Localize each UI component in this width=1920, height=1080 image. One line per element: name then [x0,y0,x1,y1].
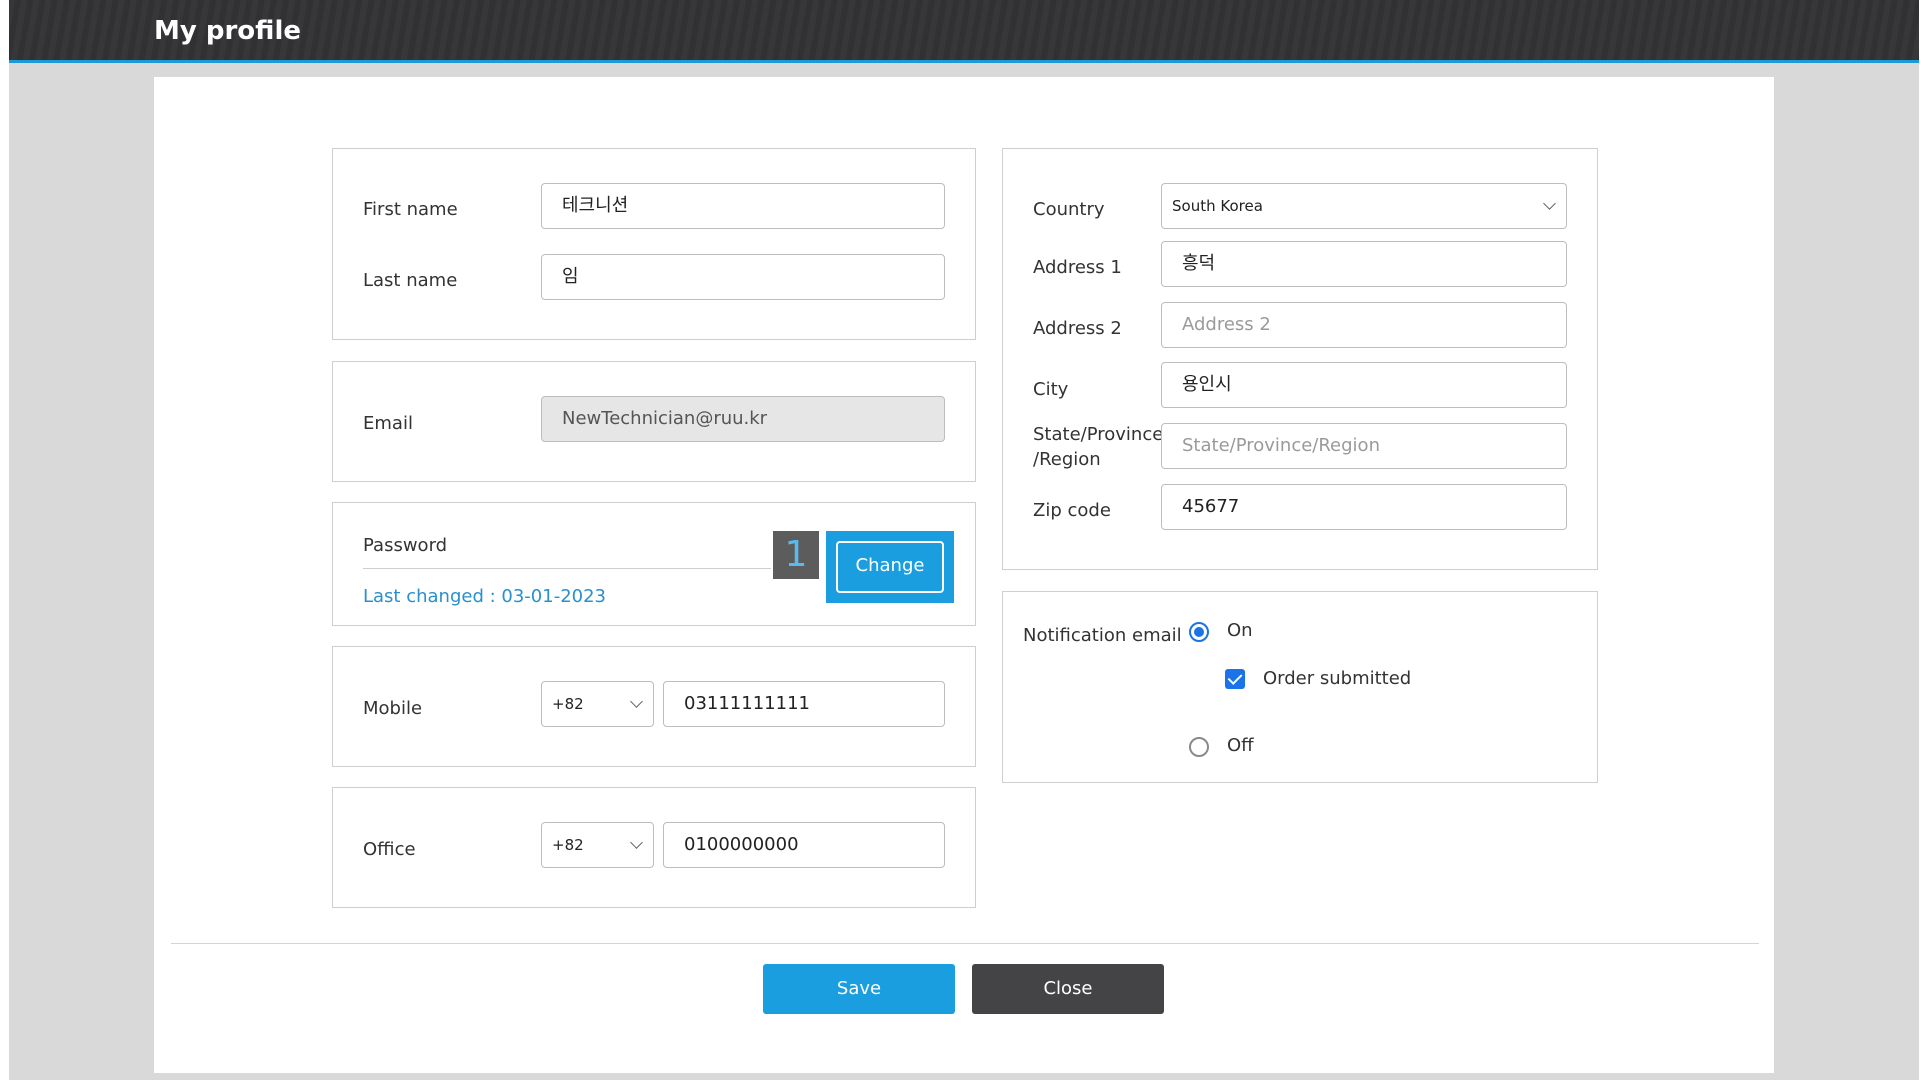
page-title: My profile [154,16,301,46]
change-password-button[interactable]: Change [836,541,944,593]
office-country-code-value: +82 [552,836,584,854]
office-section: Office +82 0100000000 [332,787,976,908]
mobile-label: Mobile [363,698,423,719]
address-section: Country South Korea Address 1 흥덕 Address… [1002,148,1598,570]
country-label: Country [1033,199,1105,220]
step-badge: 1 [773,531,819,579]
mobile-number-input[interactable]: 03111111111 [663,681,945,727]
address2-label: Address 2 [1033,318,1122,339]
password-section: Password Last changed : 03-01-2023 1 Cha… [332,502,976,626]
first-name-input[interactable]: 테크니션 [541,183,945,229]
password-divider [363,568,771,569]
notification-on-label: On [1227,620,1253,641]
notification-on-radio[interactable] [1189,622,1209,642]
footer-divider [171,943,1759,944]
change-button-highlight: Change [826,531,954,603]
last-name-label: Last name [363,270,458,291]
mobile-country-code-select[interactable]: +82 [541,681,654,727]
notification-section: Notification email On Order submitted Of… [1002,591,1598,783]
first-name-label: First name [363,199,458,220]
zip-label: Zip code [1033,500,1111,521]
office-number-input[interactable]: 0100000000 [663,822,945,868]
state-input[interactable]: State/Province/Region [1161,423,1567,469]
address1-label: Address 1 [1033,257,1122,278]
office-country-code-select[interactable]: +82 [541,822,654,868]
state-label-line2: /Region [1033,449,1101,470]
mobile-section: Mobile +82 03111111111 [332,646,976,767]
profile-panel: First name 테크니션 Last name 임 Email NewTec… [154,77,1774,1073]
email-label: Email [363,413,413,434]
password-last-changed: Last changed : 03-01-2023 [363,586,606,607]
order-submitted-label: Order submitted [1263,668,1412,689]
notification-off-label: Off [1227,735,1254,756]
email-section: Email NewTechnician@ruu.kr [332,361,976,482]
chevron-down-icon [630,836,643,849]
name-section: First name 테크니션 Last name 임 [332,148,976,340]
password-label: Password [363,535,448,556]
mobile-country-code-value: +82 [552,695,584,713]
save-button[interactable]: Save [763,964,955,1014]
notification-off-radio[interactable] [1189,737,1209,757]
chevron-down-icon [630,695,643,708]
address1-input[interactable]: 흥덕 [1161,241,1567,287]
close-button[interactable]: Close [972,964,1164,1014]
city-input[interactable]: 용인시 [1161,362,1567,408]
zip-input[interactable]: 45677 [1161,484,1567,530]
email-input: NewTechnician@ruu.kr [541,396,945,442]
order-submitted-checkbox[interactable] [1225,669,1245,689]
country-select[interactable]: South Korea [1161,183,1567,229]
country-value: South Korea [1172,197,1263,215]
address2-input[interactable]: Address 2 [1161,302,1567,348]
office-label: Office [363,839,416,860]
title-bar: My profile [9,0,1919,63]
notification-email-label: Notification email [1023,625,1182,646]
city-label: City [1033,379,1069,400]
state-label-line1: State/Province [1033,424,1164,445]
chevron-down-icon [1543,197,1556,210]
last-name-input[interactable]: 임 [541,254,945,300]
